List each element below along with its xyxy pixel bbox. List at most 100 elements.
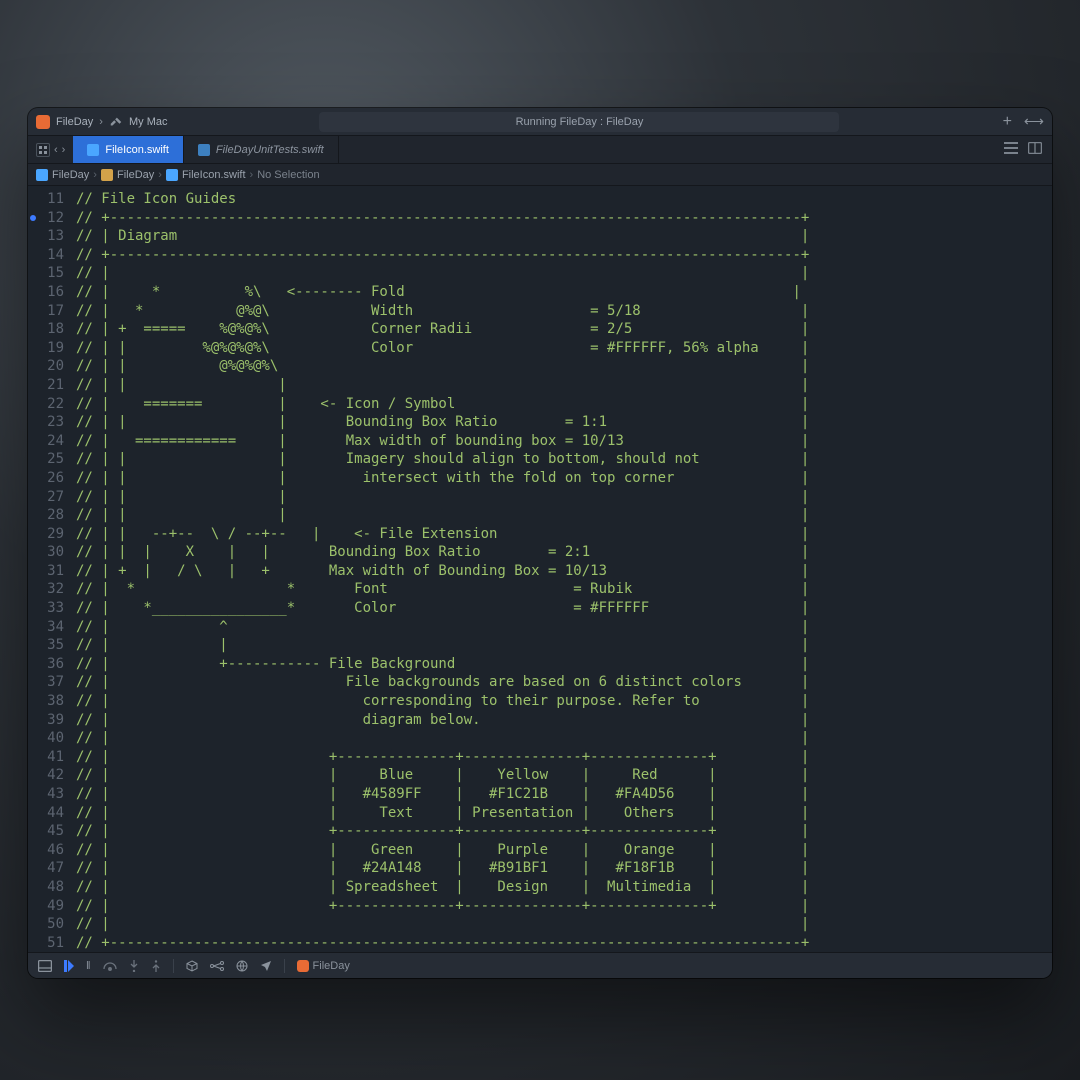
- code-line: // | | #4589FF | #F1C21B | #FA4D56 | |: [76, 785, 1052, 804]
- line-number: 40: [28, 729, 64, 748]
- swift-file-icon: [198, 144, 210, 156]
- split-icon[interactable]: [1028, 142, 1042, 157]
- line-number: 17: [28, 302, 64, 321]
- code-line: // | | | Bounding Box Ratio = 1:1 |: [76, 413, 1052, 432]
- code-line: // | ======= | <- Icon / Symbol |: [76, 395, 1052, 414]
- expand-icon[interactable]: ⟷: [1024, 113, 1044, 130]
- location-icon[interactable]: [260, 960, 272, 972]
- toolbar: FileDay › My Mac Running FileDay : FileD…: [28, 108, 1052, 136]
- line-number: 51: [28, 934, 64, 952]
- code-area[interactable]: // File Icon Guides// +-----------------…: [72, 186, 1052, 952]
- code-line: // | | | |: [76, 376, 1052, 395]
- line-number: 48: [28, 878, 64, 897]
- step-over-icon[interactable]: [103, 961, 117, 971]
- nav-forward-icon[interactable]: ›: [62, 144, 66, 156]
- code-line: // | | | |: [76, 506, 1052, 525]
- jump-bar: FileDay › FileDay › FileIcon.swift › No …: [28, 164, 1052, 186]
- line-number: 49: [28, 897, 64, 916]
- code-line: // | |: [76, 264, 1052, 283]
- crumb-folder[interactable]: FileDay: [101, 169, 154, 181]
- code-line: // | | | |: [76, 488, 1052, 507]
- tab-unittests[interactable]: FileDayUnitTests.swift: [184, 136, 339, 163]
- scheme-name[interactable]: FileDay: [56, 116, 93, 128]
- related-items-icon[interactable]: [36, 143, 50, 157]
- nav-back-icon[interactable]: ‹: [54, 144, 58, 156]
- crumb-project[interactable]: FileDay: [36, 169, 89, 181]
- code-line: // | | Spreadsheet | Design | Multimedia…: [76, 878, 1052, 897]
- step-out-icon[interactable]: [151, 960, 161, 972]
- debug-3d-icon[interactable]: [186, 960, 198, 972]
- tab-bar: ‹ › FileIcon.swift FileDayUnitTests.swif…: [28, 136, 1052, 164]
- code-line: // | +----------- File Background |: [76, 655, 1052, 674]
- line-number: 24: [28, 432, 64, 451]
- code-line: // | *________________* Color = #FFFFFF …: [76, 599, 1052, 618]
- line-number: 23: [28, 413, 64, 432]
- process-selector[interactable]: FileDay: [297, 960, 350, 972]
- project-icon: [36, 169, 48, 181]
- line-number: 22: [28, 395, 64, 414]
- code-line: // | * * Font = Rubik |: [76, 580, 1052, 599]
- code-line: // | | | intersect with the fold on top …: [76, 469, 1052, 488]
- crumb-selection[interactable]: No Selection: [257, 169, 319, 181]
- line-number: 21: [28, 376, 64, 395]
- line-number: 32: [28, 580, 64, 599]
- line-number: 15: [28, 264, 64, 283]
- environment-icon[interactable]: [236, 960, 248, 972]
- code-line: // | | | X | | Bounding Box Ratio = 2:1 …: [76, 543, 1052, 562]
- line-number: 27: [28, 488, 64, 507]
- tab-label: FileDayUnitTests.swift: [216, 144, 324, 156]
- activity-status-bar[interactable]: Running FileDay : FileDay: [319, 112, 839, 132]
- code-editor[interactable]: 1112131415161718192021222324252627282930…: [28, 186, 1052, 952]
- crumb-file[interactable]: FileIcon.swift: [166, 169, 246, 181]
- line-number: 45: [28, 822, 64, 841]
- line-number-gutter: 1112131415161718192021222324252627282930…: [28, 186, 72, 952]
- chevron-right-icon: ›: [91, 169, 99, 181]
- line-number: 18: [28, 320, 64, 339]
- code-line: // | ============ | Max width of boundin…: [76, 432, 1052, 451]
- line-number: 14: [28, 246, 64, 265]
- hide-debug-icon[interactable]: [38, 960, 52, 972]
- line-number: 31: [28, 562, 64, 581]
- line-number: 25: [28, 450, 64, 469]
- run-destination[interactable]: My Mac: [129, 116, 168, 128]
- tab-fileicon[interactable]: FileIcon.swift: [73, 136, 184, 163]
- folder-icon: [101, 169, 113, 181]
- code-line: // | |: [76, 729, 1052, 748]
- line-number: 30: [28, 543, 64, 562]
- step-into-icon[interactable]: [129, 960, 139, 972]
- code-line: // | + | / \ | + Max width of Bounding B…: [76, 562, 1052, 581]
- code-line: // | | --+-- \ / --+-- | <- File Extensi…: [76, 525, 1052, 544]
- modified-line-indicator: [30, 215, 36, 221]
- code-line: // | | |: [76, 636, 1052, 655]
- app-icon: [297, 960, 309, 972]
- code-line: // | | @%@%@%\ |: [76, 357, 1052, 376]
- debug-bar: ‖ FileDay: [28, 952, 1052, 978]
- code-line: // | | %@%@%@%\ Color = #FFFFFF, 56% alp…: [76, 339, 1052, 358]
- tab-label: FileIcon.swift: [105, 144, 169, 156]
- line-number: 26: [28, 469, 64, 488]
- memory-graph-icon[interactable]: [210, 961, 224, 971]
- code-line: // | | Green | Purple | Orange | |: [76, 841, 1052, 860]
- line-number: 29: [28, 525, 64, 544]
- line-number: 16: [28, 283, 64, 302]
- line-number: 34: [28, 618, 64, 637]
- line-number: 42: [28, 766, 64, 785]
- status-text: Running FileDay : FileDay: [516, 116, 644, 128]
- line-number: 46: [28, 841, 64, 860]
- line-number: 38: [28, 692, 64, 711]
- pause-icon[interactable]: ‖: [86, 960, 91, 972]
- line-number: 39: [28, 711, 64, 730]
- list-icon[interactable]: [1004, 142, 1018, 157]
- line-number: 37: [28, 673, 64, 692]
- continue-icon[interactable]: [64, 960, 74, 972]
- line-number: 13: [28, 227, 64, 246]
- line-number: 44: [28, 804, 64, 823]
- code-line: // | | | Imagery should align to bottom,…: [76, 450, 1052, 469]
- line-number: 43: [28, 785, 64, 804]
- swift-file-icon: [87, 144, 99, 156]
- code-line: // | +--------------+--------------+----…: [76, 748, 1052, 767]
- code-line: // | + ===== %@%@%\ Corner Radii = 2/5 |: [76, 320, 1052, 339]
- plus-icon[interactable]: +: [1003, 113, 1012, 131]
- line-number: 47: [28, 859, 64, 878]
- code-line: // | | Text | Presentation | Others | |: [76, 804, 1052, 823]
